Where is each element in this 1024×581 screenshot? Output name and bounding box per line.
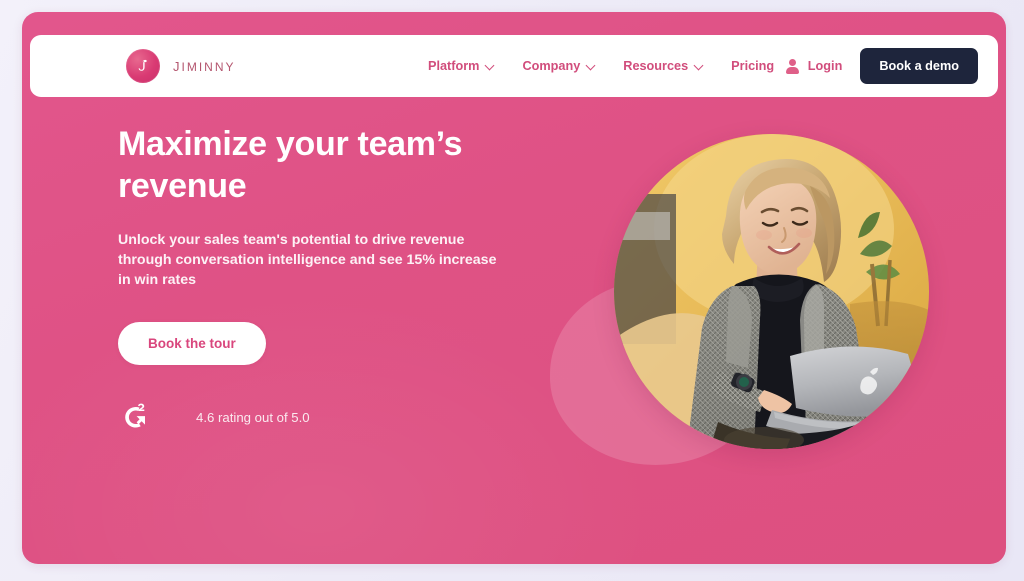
site-header: Jiminny Platform Company Resources Prici…: [30, 35, 998, 97]
user-icon: [785, 59, 800, 74]
book-the-tour-button[interactable]: Book the tour: [118, 322, 266, 366]
login-link[interactable]: Login: [785, 59, 843, 74]
nav-item-label: Pricing: [731, 59, 775, 73]
nav-item-platform[interactable]: Platform: [428, 59, 494, 73]
g2-rating: 4.6 rating out of 5.0: [118, 400, 310, 434]
hero-visual: [542, 122, 972, 552]
book-a-demo-button[interactable]: Book a demo: [860, 48, 978, 84]
chevron-down-icon: [486, 61, 494, 69]
nav-item-resources[interactable]: Resources: [623, 59, 703, 73]
brand-wordmark: Jiminny: [173, 55, 236, 76]
header-actions: Login Book a demo: [785, 48, 978, 84]
nav-item-label: Company: [522, 59, 581, 73]
g2-logo-icon: [118, 400, 152, 434]
chevron-down-icon: [695, 61, 703, 69]
nav-item-label: Resources: [623, 59, 689, 73]
main-navigation: Platform Company Resources Pricing: [428, 59, 774, 73]
hero-content: Maximize your team’s revenue Unlock your…: [118, 124, 548, 366]
nav-item-company[interactable]: Company: [522, 59, 595, 73]
hero-subtitle: Unlock your sales team's potential to dr…: [118, 231, 497, 288]
nav-item-label: Platform: [428, 59, 480, 73]
nav-item-pricing[interactable]: Pricing: [731, 59, 774, 73]
hero-portrait-image: [614, 134, 929, 449]
brand-logo[interactable]: Jiminny: [126, 49, 236, 83]
jiminny-j-logo-icon: [126, 49, 160, 83]
chevron-down-icon: [587, 61, 595, 69]
rating-text: 4.6 rating out of 5.0: [196, 409, 310, 425]
login-label: Login: [807, 59, 843, 73]
hero-card: Jiminny Platform Company Resources Prici…: [22, 12, 1006, 564]
hero-title: Maximize your team’s revenue: [118, 125, 463, 205]
